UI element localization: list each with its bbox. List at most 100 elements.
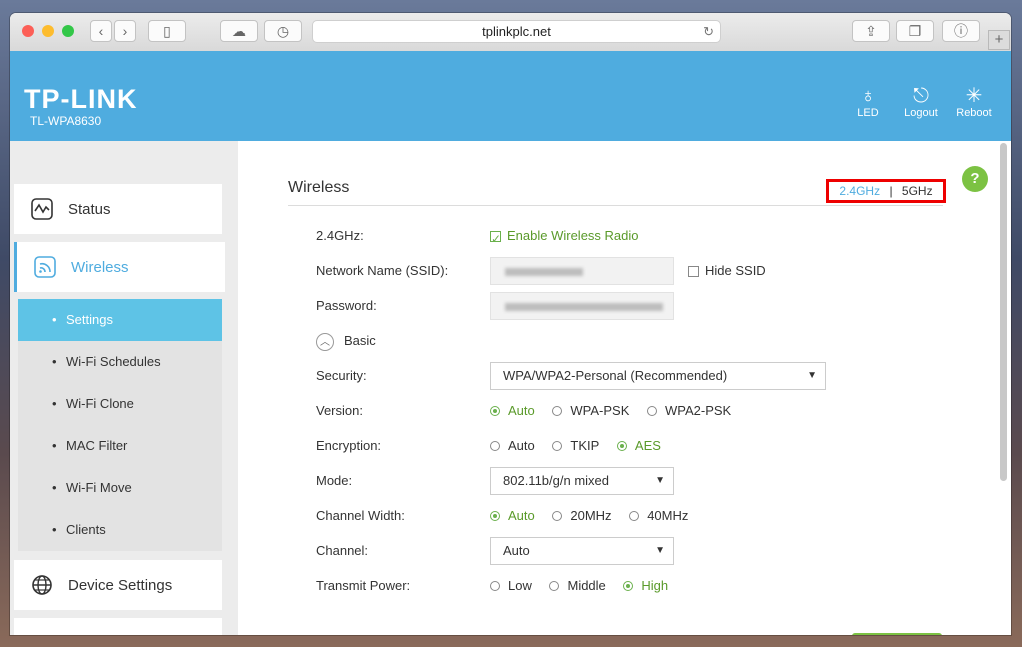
info-icon[interactable]: ⓘ [942,20,980,42]
page-title: Wireless [288,179,350,196]
submenu-item-wifi-move[interactable]: Wi-Fi Move [18,467,222,509]
row-band: 2.4GHz: Enable Wireless Radio [316,222,996,253]
share-icon[interactable]: ⇪ [852,20,890,42]
radio-label: TKIP [570,438,600,453]
row-password: Password: [316,292,996,320]
chevron-down-icon: ▼ [655,545,665,556]
row-encryption: Encryption: Auto TKIP AES [316,432,996,460]
radio-label: Auto [508,508,535,523]
encryption-tkip-radio[interactable]: TKIP [552,432,599,460]
url-text: tplinkplc.net [482,24,551,39]
submenu-item-mac-filter[interactable]: MAC Filter [18,425,222,467]
band-5ghz-tab[interactable]: 5GHz [902,184,933,198]
band-separator: | [889,184,893,198]
channel-width-label: Channel Width: [316,508,405,523]
version-wpa-psk-radio[interactable]: WPA-PSK [552,397,629,425]
mode-select[interactable]: 802.11b/g/n mixed ▼ [490,467,674,495]
band-24ghz-tab[interactable]: 2.4GHz [839,184,880,198]
channel-width-radio-group: Auto 20MHz 40MHz [490,502,702,531]
reload-icon[interactable]: ↻ [703,21,714,42]
encryption-auto-radio[interactable]: Auto [490,432,535,460]
led-button[interactable]: ♁ LED [843,85,893,119]
encryption-label: Encryption: [316,438,382,453]
radio-label: High [641,578,669,593]
security-label: Security: [316,368,367,383]
save-button[interactable] [852,633,942,635]
hide-ssid-checkbox[interactable]: Hide SSID [688,257,766,285]
sidebar-item-partial[interactable] [14,618,222,635]
channel-label: Channel: [316,543,369,558]
radio-icon [552,406,563,416]
submenu-item-wifi-clone[interactable]: Wi-Fi Clone [18,383,222,425]
basic-label: Basic [344,333,376,348]
minimize-window-button[interactable] [42,25,54,37]
reboot-button[interactable]: ✳ Reboot [949,85,999,119]
row-channel: Channel: Auto ▼ [316,537,996,565]
forward-icon[interactable]: › [114,20,136,42]
radio-icon [490,406,500,416]
transmit-power-label: Transmit Power: [316,578,411,593]
row-transmit-power: Transmit Power: Low Middle High [316,572,996,600]
zoom-window-button[interactable] [62,25,74,37]
radio-icon [490,581,500,591]
wireless-icon [33,255,57,279]
router-header: TP-LINK TL-WPA8630 ♁ LED ⎋ Logout ✳ Rebo… [10,51,1011,141]
logout-button[interactable]: ⎋ Logout [896,85,946,119]
new-tab-icon[interactable]: + [988,30,1010,50]
ssid-input[interactable] [490,257,674,285]
security-select[interactable]: WPA/WPA2-Personal (Recommended) ▼ [490,362,826,390]
wireless-submenu: Settings Wi-Fi Schedules Wi-Fi Clone MAC… [18,299,222,551]
radio-label: WPA-PSK [570,403,630,418]
version-radio-group: Auto WPA-PSK WPA2-PSK [490,397,745,426]
led-icon: ♁ [860,85,876,107]
sidebar-icon[interactable]: ▯ [148,20,186,42]
enable-radio-checkbox[interactable]: Enable Wireless Radio [490,222,639,253]
icloud-icon[interactable]: ☁ [220,20,258,42]
scrollbar[interactable] [1000,143,1007,481]
radio-icon [552,441,563,451]
encryption-aes-radio[interactable]: AES [616,432,661,460]
tabs-icon[interactable]: ❐ [896,20,934,42]
row-basic: ︿ Basic [316,327,996,355]
sidebar-item-status[interactable]: Status [14,184,222,234]
submenu-item-clients[interactable]: Clients [18,509,222,551]
history-icon[interactable]: ◷ [264,20,302,42]
enable-radio-label: Enable Wireless Radio [507,228,639,243]
power-low-radio[interactable]: Low [490,572,532,600]
width-20mhz-radio[interactable]: 20MHz [552,502,612,530]
width-auto-radio[interactable]: Auto [490,502,535,530]
radio-icon [647,406,657,416]
password-input[interactable] [490,292,674,320]
channel-select[interactable]: Auto ▼ [490,537,674,565]
version-auto-radio[interactable]: Auto [490,397,535,425]
close-window-button[interactable] [22,25,34,37]
security-value: WPA/WPA2-Personal (Recommended) [503,368,728,383]
redacted-password [505,303,663,311]
address-bar[interactable]: tplinkplc.net ↻ [312,20,721,43]
radio-icon [623,581,634,591]
transmit-power-radio-group: Low Middle High [490,572,682,601]
help-icon[interactable]: ? [962,166,988,192]
submenu-item-settings[interactable]: Settings [18,299,222,341]
band-selector: 2.4GHz | 5GHz [826,179,946,203]
reboot-label: Reboot [956,107,992,119]
submenu-item-wifi-schedules[interactable]: Wi-Fi Schedules [18,341,222,383]
browser-window: ‹ › ▯ ☁ ◷ tplinkplc.net ↻ ⇪ ❐ ⓘ TP-LINK … [10,13,1011,635]
sidebar-item-wireless[interactable]: Wireless [14,242,225,292]
sidebar-item-label: Wireless [71,258,129,276]
channel-value: Auto [503,543,530,558]
back-icon[interactable]: ‹ [90,20,112,42]
band-label: 2.4GHz: [316,228,364,243]
checkbox-icon [490,225,501,253]
mode-label: Mode: [316,473,353,488]
radio-icon [616,441,627,451]
radio-icon [490,441,500,451]
globe-icon [30,573,54,597]
encryption-radio-group: Auto TKIP AES [490,432,675,461]
sidebar-item-device-settings[interactable]: Device Settings [14,560,222,610]
power-high-radio[interactable]: High [623,572,668,600]
basic-toggle[interactable]: ︿ Basic [316,327,376,355]
width-40mhz-radio[interactable]: 40MHz [629,502,688,530]
power-middle-radio[interactable]: Middle [549,572,606,600]
version-wpa2-psk-radio[interactable]: WPA2-PSK [647,397,731,425]
